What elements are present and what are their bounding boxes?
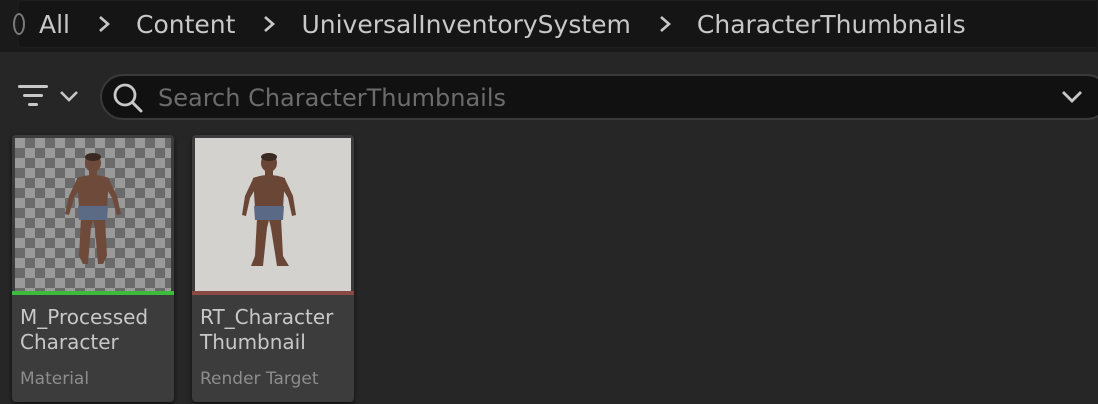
- asset-type-label: Render Target: [200, 369, 319, 389]
- character-thumbnail-image: [242, 153, 296, 266]
- path-bar: All Content UniversalInventorySystem Cha…: [0, 0, 1098, 52]
- asset-tile-m-processed-character[interactable]: M_Processed Character Material: [12, 135, 174, 402]
- filter-icon: [18, 85, 48, 106]
- asset-name: M_Processed Character: [20, 305, 149, 354]
- breadcrumb-all[interactable]: All: [19, 10, 70, 39]
- breadcrumb-character-thumbnails[interactable]: CharacterThumbnails: [677, 10, 966, 39]
- search-box: [100, 74, 1098, 120]
- asset-thumbnail: [195, 138, 351, 291]
- filter-button[interactable]: [16, 78, 86, 114]
- asset-name: RT_Character Thumbnail: [200, 305, 334, 354]
- content-browser: All Content UniversalInventorySystem Cha…: [0, 0, 1098, 404]
- breadcrumb-content[interactable]: Content: [116, 10, 235, 39]
- search-input[interactable]: [156, 76, 1040, 120]
- asset-type-label: Material: [20, 369, 90, 389]
- asset-thumbnail: [15, 138, 171, 291]
- chevron-right-icon[interactable]: [257, 12, 281, 36]
- chevron-down-icon: [60, 91, 78, 102]
- breadcrumb: All Content UniversalInventorySystem Cha…: [13, 0, 1098, 48]
- chevron-right-icon[interactable]: [653, 12, 677, 36]
- chevron-right-icon[interactable]: [92, 12, 116, 36]
- search-icon: [113, 83, 143, 113]
- search-row: [0, 70, 1098, 122]
- character-thumbnail-image: [65, 153, 121, 264]
- breadcrumb-universal-inventory-system[interactable]: UniversalInventorySystem: [281, 10, 630, 39]
- asset-type-color-bar: [192, 291, 354, 295]
- search-options-chevron-down-icon[interactable]: [1060, 86, 1084, 108]
- asset-type-color-bar: [12, 291, 174, 295]
- history-icon[interactable]: [13, 13, 25, 35]
- asset-tile-rt-character-thumbnail[interactable]: RT_Character Thumbnail Render Target: [192, 135, 354, 402]
